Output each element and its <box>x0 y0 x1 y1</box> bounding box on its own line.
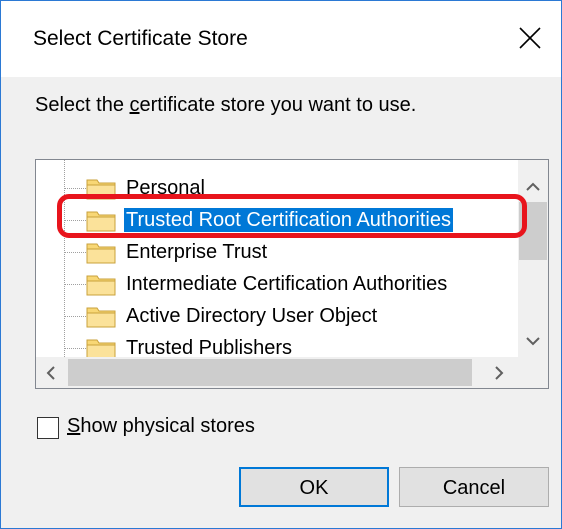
tree-item-trusted-root[interactable]: Trusted Root Certification Authorities <box>36 204 518 236</box>
tree-branch-line <box>64 284 86 285</box>
tree-branch-line <box>64 348 86 349</box>
chevron-up-icon[interactable] <box>526 182 540 192</box>
show-physical-stores-label[interactable]: Show physical stores <box>67 415 255 438</box>
checkbox-label-rest: how physical stores <box>80 415 255 437</box>
title-bar: Select Certificate Store <box>1 1 561 77</box>
scrollbar-corner <box>518 357 548 388</box>
tree-item-label: Personal <box>126 177 205 199</box>
close-button[interactable] <box>507 17 553 61</box>
cancel-button[interactable]: Cancel <box>399 467 549 507</box>
tree-branch-line <box>64 188 86 189</box>
chevron-right-icon[interactable] <box>494 366 504 380</box>
instruction-mnemonic: c <box>129 94 140 116</box>
folder-icon <box>86 243 116 264</box>
vertical-scroll-thumb[interactable] <box>519 202 547 260</box>
folder-icon <box>86 307 116 328</box>
tree-item-label: Trusted Root Certification Authorities <box>123 207 454 233</box>
tree-branch-line <box>64 220 86 221</box>
close-icon <box>519 27 541 49</box>
instruction-prefix: Select the <box>35 94 130 116</box>
tree-view-area: Personal Trusted Root Certification Auth… <box>36 160 518 357</box>
tree-item-active-directory[interactable]: Active Directory User Object <box>36 300 518 332</box>
folder-icon <box>86 339 116 357</box>
tree-branch-line <box>64 252 86 253</box>
instruction-text: Select the certificate store you want to… <box>35 94 416 117</box>
tree-item-label: Trusted Publishers <box>126 337 292 357</box>
folder-icon <box>86 275 116 296</box>
chevron-left-icon[interactable] <box>46 366 56 380</box>
tree-item-personal[interactable]: Personal <box>36 172 518 204</box>
checkbox-mnemonic: S <box>67 415 81 437</box>
tree-item-intermediate[interactable]: Intermediate Certification Authorities <box>36 268 518 300</box>
show-physical-stores-checkbox[interactable] <box>37 417 59 439</box>
folder-icon <box>86 179 116 200</box>
tree-branch-line <box>64 316 86 317</box>
tree-item-label: Active Directory User Object <box>126 305 378 327</box>
tree-item-enterprise-trust[interactable]: Enterprise Trust <box>36 236 518 268</box>
dialog-title: Select Certificate Store <box>33 27 248 50</box>
select-certificate-store-dialog: Select Certificate Store Select the cert… <box>0 0 562 529</box>
chevron-down-icon[interactable] <box>526 336 540 346</box>
instruction-suffix: ertificate store you want to use. <box>139 94 417 116</box>
ok-button[interactable]: OK <box>239 467 389 507</box>
folder-icon <box>86 211 116 232</box>
certificate-store-tree[interactable]: Personal Trusted Root Certification Auth… <box>35 159 549 389</box>
tree-item-label: Intermediate Certification Authorities <box>126 273 448 295</box>
tree-item-trusted-publishers[interactable]: Trusted Publishers <box>36 332 518 357</box>
horizontal-scrollbar[interactable] <box>36 357 518 388</box>
horizontal-scroll-thumb[interactable] <box>68 359 472 386</box>
vertical-scrollbar[interactable] <box>518 160 548 357</box>
tree-item-label: Enterprise Trust <box>126 241 268 263</box>
